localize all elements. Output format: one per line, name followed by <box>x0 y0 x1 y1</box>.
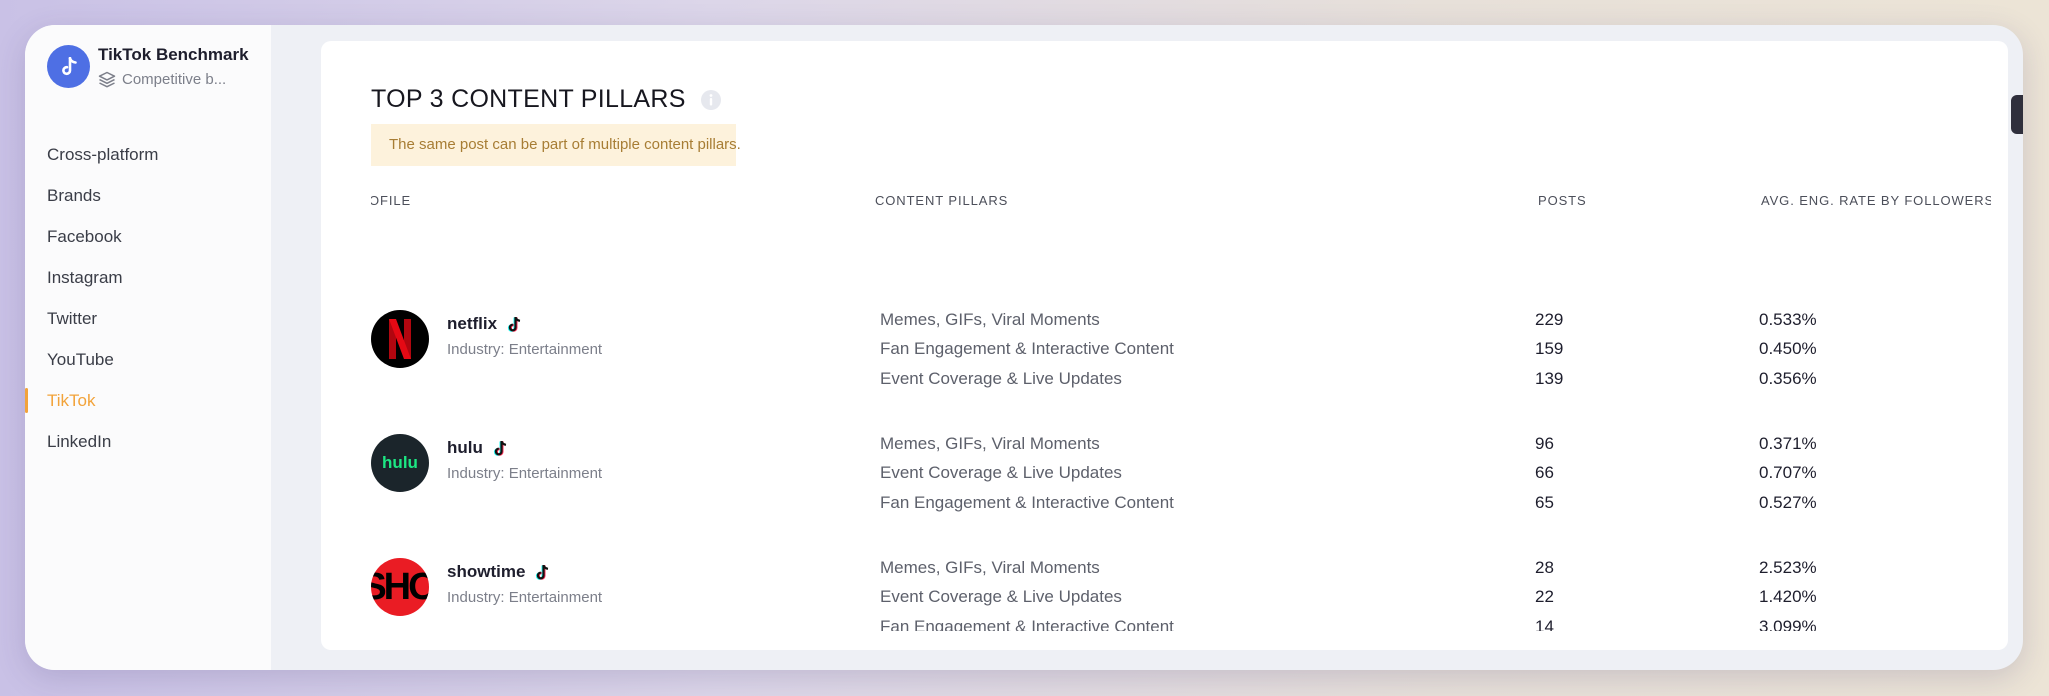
engagement-rate: 3.099% <box>1759 617 1817 631</box>
profile-industry: Industry: Entertainment <box>447 589 603 606</box>
sidebar-item-cross-platform[interactable]: Cross-platform <box>25 134 271 175</box>
engagement-rate: 0.533% <box>1759 310 1817 329</box>
table-row: netflix Industry: Entertainment Memes, G… <box>371 310 1991 425</box>
sidebar-item-twitter[interactable]: Twitter <box>25 298 271 339</box>
posts-count: 229 <box>1535 310 1564 329</box>
profile-name[interactable]: hulu <box>447 438 483 458</box>
column-header-posts[interactable]: POSTS <box>1538 193 1587 208</box>
table-row: hulu hulu Industry: Entertainment Memes,… <box>371 434 1991 549</box>
sidebar-item-linkedin[interactable]: LinkedIn <box>25 421 271 462</box>
workspace-header[interactable]: TikTok Benchmark Competitive b... <box>47 45 249 88</box>
engagement-rate: 0.371% <box>1759 434 1817 453</box>
sidebar-item-brands[interactable]: Brands <box>25 175 271 216</box>
workspace-subtitle: Competitive b... <box>122 71 227 88</box>
pillar-name: Fan Engagement & Interactive Content <box>880 339 1174 358</box>
pillar-name: Memes, GIFs, Viral Moments <box>880 558 1100 577</box>
sidebar-nav: Cross-platform Brands Facebook Instagram… <box>25 134 271 462</box>
engagement-rate: 0.356% <box>1759 369 1817 388</box>
engagement-rate: 1.420% <box>1759 587 1817 606</box>
engagement-rate: 0.707% <box>1759 463 1817 482</box>
info-icon[interactable] <box>700 89 722 111</box>
posts-count: 159 <box>1535 339 1564 358</box>
posts-count: 66 <box>1535 463 1554 482</box>
side-panel-handle[interactable] <box>2011 95 2023 134</box>
hulu-logo: hulu <box>371 434 429 492</box>
tiktok-icon <box>508 316 521 332</box>
profile-name[interactable]: showtime <box>447 562 525 582</box>
posts-count: 22 <box>1535 587 1554 606</box>
layers-icon <box>98 71 116 88</box>
netflix-logo <box>371 310 429 368</box>
pillars-table: OFILE CONTENT PILLARS POSTS AVG. ENG. RA… <box>371 171 1991 631</box>
column-header-profile[interactable]: OFILE <box>371 193 411 208</box>
engagement-rate: 0.527% <box>1759 493 1817 512</box>
section-title: TOP 3 CONTENT PILLARS <box>371 85 686 113</box>
table-row: SHO showtime Industry: Entertainment Mem… <box>371 558 1991 631</box>
tiktok-icon <box>47 45 90 88</box>
sidebar-item-facebook[interactable]: Facebook <box>25 216 271 257</box>
pillar-name: Event Coverage & Live Updates <box>880 463 1122 482</box>
content-pillars-card: TOP 3 CONTENT PILLARS The same post can … <box>321 41 2008 650</box>
column-header-content-pillars[interactable]: CONTENT PILLARS <box>875 193 1008 208</box>
engagement-rate: 2.523% <box>1759 558 1817 577</box>
hulu-logo-text: hulu <box>382 453 418 472</box>
sidebar-item-youtube[interactable]: YouTube <box>25 339 271 380</box>
posts-count: 14 <box>1535 617 1554 631</box>
notice-banner: The same post can be part of multiple co… <box>371 124 741 166</box>
posts-count: 96 <box>1535 434 1554 453</box>
sidebar-item-instagram[interactable]: Instagram <box>25 257 271 298</box>
pillar-name: Fan Engagement & Interactive Content <box>880 617 1174 631</box>
pillar-name: Event Coverage & Live Updates <box>880 587 1122 606</box>
profile-name[interactable]: netflix <box>447 314 497 334</box>
pillar-name: Memes, GIFs, Viral Moments <box>880 434 1100 453</box>
posts-count: 28 <box>1535 558 1554 577</box>
tiktok-icon <box>536 564 549 580</box>
profile-industry: Industry: Entertainment <box>447 465 603 482</box>
showtime-logo-text: SHO <box>371 565 429 608</box>
showtime-logo: SHO <box>371 558 429 616</box>
sidebar-item-tiktok[interactable]: TikTok <box>25 380 271 421</box>
pillar-name: Fan Engagement & Interactive Content <box>880 493 1174 512</box>
app-window: TikTok Benchmark Competitive b... Cross-… <box>25 25 2023 670</box>
tiktok-icon <box>493 440 507 456</box>
workspace-title: TikTok Benchmark <box>98 45 249 64</box>
pillar-name: Event Coverage & Live Updates <box>880 369 1122 388</box>
posts-count: 65 <box>1535 493 1554 512</box>
posts-count: 139 <box>1535 369 1564 388</box>
pillar-name: Memes, GIFs, Viral Moments <box>880 310 1100 329</box>
profile-industry: Industry: Entertainment <box>447 341 603 358</box>
column-header-avg-eng-rate[interactable]: AVG. ENG. RATE BY FOLLOWERS <box>1761 193 1991 208</box>
sidebar: TikTok Benchmark Competitive b... Cross-… <box>25 25 271 670</box>
engagement-rate: 0.450% <box>1759 339 1817 358</box>
